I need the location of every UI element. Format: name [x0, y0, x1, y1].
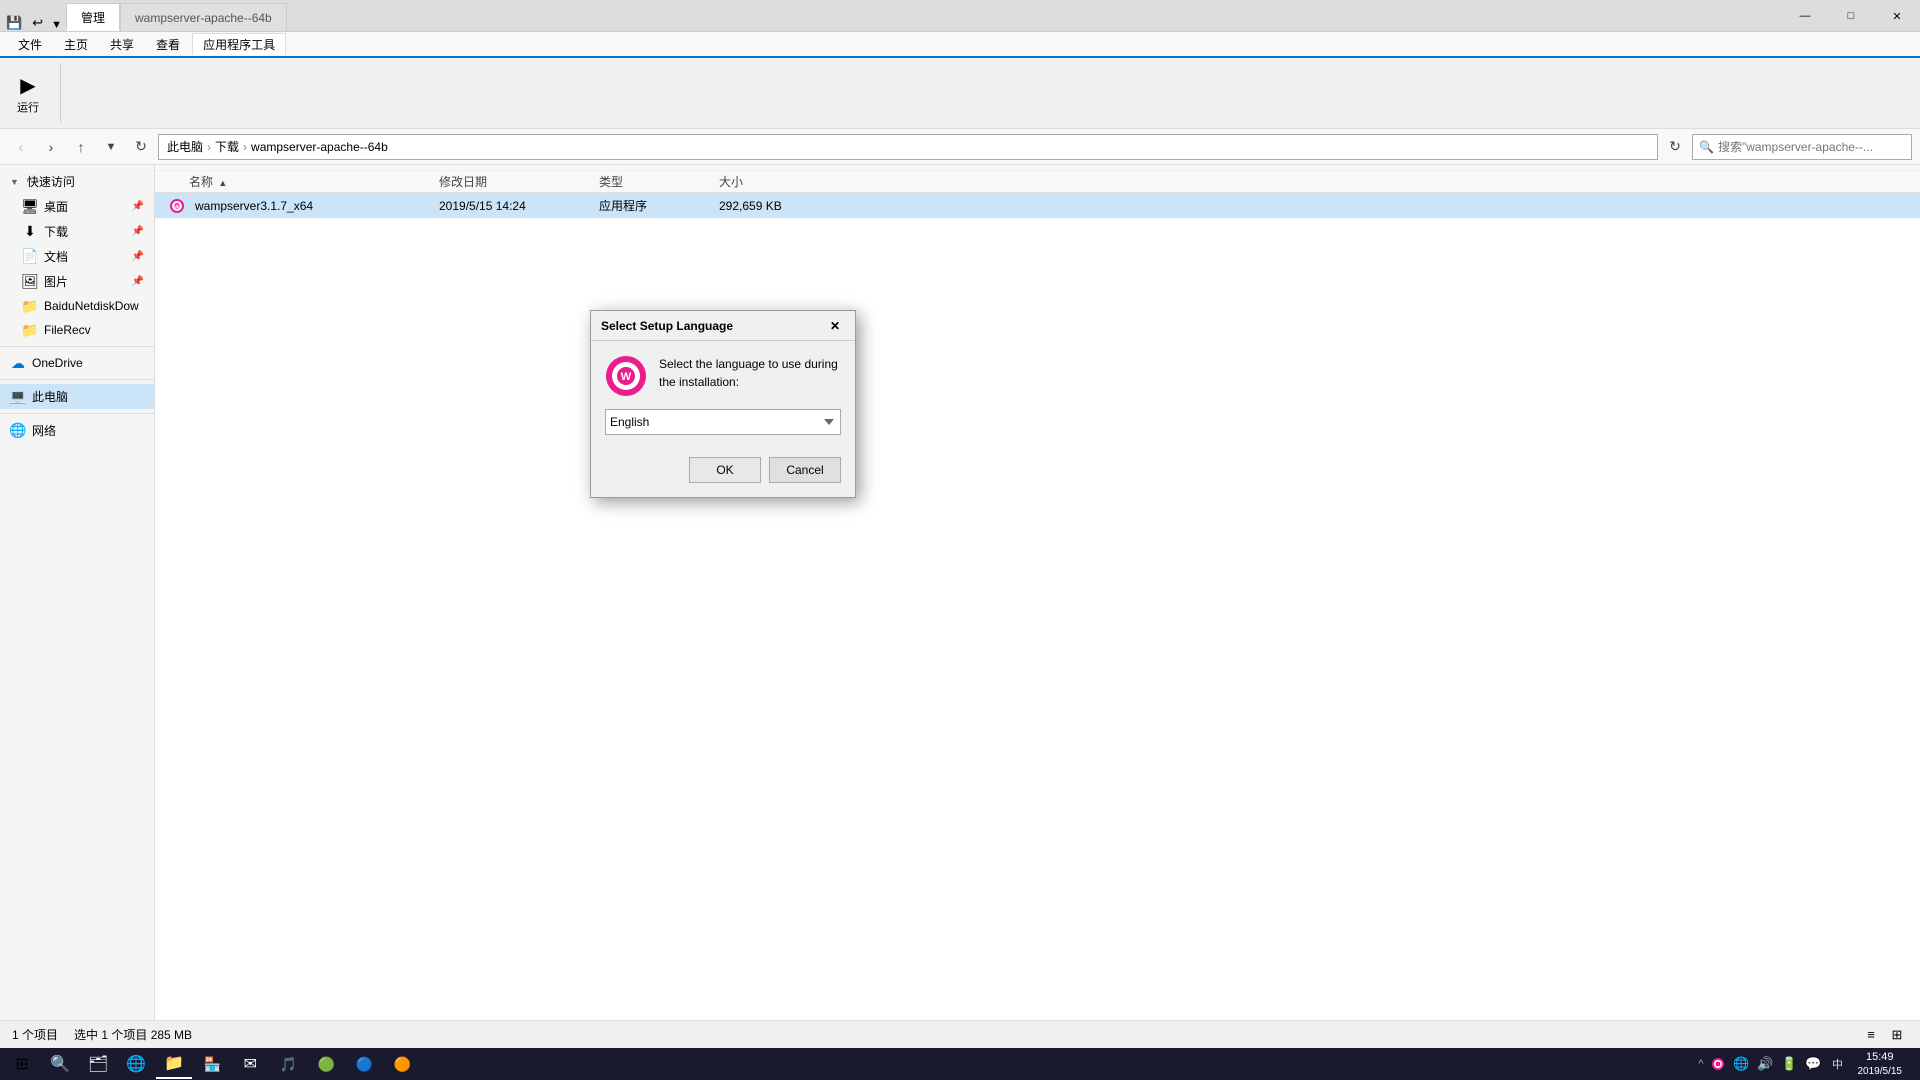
dialog-cancel-button[interactable]: Cancel [769, 457, 841, 483]
dialog-footer: OK Cancel [591, 449, 855, 497]
dialog-select-container: English French German Spanish Chinese Si… [591, 409, 855, 449]
language-select[interactable]: English French German Spanish Chinese Si… [605, 409, 841, 435]
svg-text:W: W [621, 371, 632, 383]
dialog-description: Select the language to use during the in… [659, 355, 841, 397]
dialog-titlebar: Select Setup Language ✕ [591, 311, 855, 341]
dialog-close-button[interactable]: ✕ [825, 316, 845, 336]
select-language-dialog: Select Setup Language ✕ W Select the lan… [590, 310, 856, 498]
dialog-ok-button[interactable]: OK [689, 457, 761, 483]
dialog-backdrop [0, 0, 1920, 1080]
dialog-app-icon: W [605, 355, 647, 397]
dialog-body: W Select the language to use during the … [591, 341, 855, 409]
dialog-title: Select Setup Language [601, 319, 733, 333]
